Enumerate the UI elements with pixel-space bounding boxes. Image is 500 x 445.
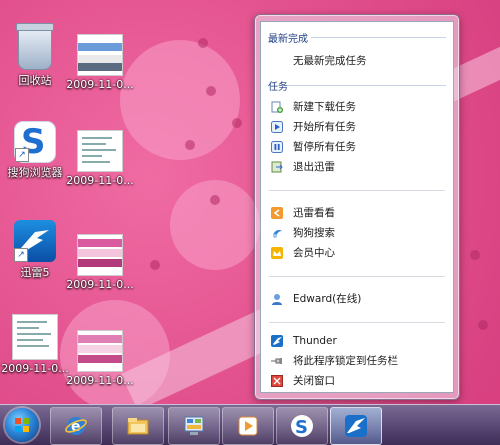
task-pause-all[interactable]: 暂停所有任务 [271,138,447,156]
taskbar-button-media-player[interactable] [222,407,274,445]
pin-icon [271,358,282,364]
play-icon [271,121,283,133]
pin-label: 将此程序锁定到任务栏 [293,355,398,367]
wallpaper-dot [470,250,480,260]
task-label: 退出迅雷 [293,161,335,173]
media-player-icon [238,416,258,436]
task-label: 开始所有任务 [293,121,356,133]
desktop-icon-label: 搜狗浏览器 [7,166,63,179]
desktop-icon-file[interactable]: 2009-11-0... [65,330,135,387]
jump-list-panel: 最新完成 无最新完成任务 任务 新建下载任务 开始所有任务 暂停所有任务 退出迅… [260,21,454,393]
link-label: 会员中心 [293,247,335,259]
jump-list: 最新完成 无最新完成任务 任务 新建下载任务 开始所有任务 暂停所有任务 退出迅… [254,14,460,400]
task-exit-xunlei[interactable]: 退出迅雷 [271,158,447,176]
user-status[interactable]: Edward(在线) [271,290,447,308]
kankan-icon [271,207,283,219]
exit-icon [271,161,283,173]
start-button[interactable] [5,408,39,442]
user-icon [272,294,282,305]
desktop-icon-label: 2009-11-0... [66,278,134,291]
close-window[interactable]: 关闭窗口 [271,372,447,390]
vip-icon [271,247,283,259]
desktop-icon-sogou-browser[interactable]: S ↗ 搜狗浏览器 [0,122,70,180]
recycle-bin-icon [16,23,54,70]
desktop-icon-label: 回收站 [18,74,52,87]
category-header-recent: 最新完成 [268,34,308,45]
thunder-icon [271,335,283,347]
pin-to-taskbar[interactable]: 将此程序锁定到任务栏 [271,352,447,370]
desktop-icon-label: 2009-11-0... [66,78,134,91]
wallpaper-circle [120,40,240,160]
sogou-icon: S [291,415,313,438]
taskbar-button-sogou[interactable]: S [276,407,328,445]
windows-logo-icon [15,418,29,432]
separator [269,276,445,277]
ie-icon: e [65,417,87,435]
separator [269,190,445,191]
desktop-icon-file[interactable]: 2009-11-0... [65,234,135,291]
link-gougou-search[interactable]: 狗狗搜索 [271,224,447,242]
link-label: 迅雷看看 [293,207,335,219]
pause-icon [271,141,283,153]
desktop-icon-label: 2009-11-0... [66,374,134,387]
desktop-icon-file[interactable]: 2009-11-0... [65,34,135,91]
document-thumbnail-icon [77,130,123,172]
svg-text:S: S [295,417,308,438]
control-panel-icon [184,416,204,435]
wallpaper-dot [198,38,208,48]
gougou-icon [273,230,282,238]
desktop-icon-file[interactable]: 2009-11-0... [65,130,135,187]
wallpaper-dot [150,260,160,270]
image-thumbnail-icon [77,330,123,372]
taskbar: e S [0,404,500,445]
desktop-icon-label: 2009-11-0... [66,174,134,187]
thunder-icon [345,415,367,437]
desktop-icon-xunlei[interactable]: ↗ 迅雷5 [0,220,70,280]
desktop-icon-label: 迅雷5 [20,266,50,279]
link-vip-center[interactable]: 会员中心 [271,244,447,262]
recent-empty-label: 无最新完成任务 [293,55,367,67]
explorer-icon [127,418,149,435]
user-label: Edward(在线) [293,293,362,305]
link-label: 狗狗搜索 [293,227,335,239]
wallpaper-dot [206,86,216,96]
document-thumbnail-icon [12,314,58,360]
wallpaper-dot [232,118,242,128]
task-new-download[interactable]: 新建下载任务 [271,98,447,116]
image-thumbnail-icon [77,234,123,276]
recent-empty-text: 无最新完成任务 [271,52,447,70]
wallpaper-circle [170,180,260,270]
taskbar-button-explorer[interactable] [112,407,164,445]
taskbar-button-thunder[interactable] [330,407,382,445]
xunlei-icon: ↗ [14,220,56,262]
app-thunder[interactable]: Thunder [271,332,447,350]
wallpaper-dot [210,195,220,205]
new-download-icon [271,101,283,113]
taskbar-button-ie[interactable]: e [50,407,102,445]
category-rule [287,85,446,86]
close-label: 关闭窗口 [293,375,335,387]
category-header-tasks: 任务 [268,82,288,93]
task-label: 新建下载任务 [293,101,356,113]
taskbar-button-control-panel[interactable] [168,407,220,445]
close-icon [271,375,283,387]
image-thumbnail-icon [77,34,123,76]
desktop-icon-file[interactable]: 2009-11-0... [0,314,70,375]
wallpaper-dot [478,320,488,330]
category-rule [311,37,446,38]
link-kankan[interactable]: 迅雷看看 [271,204,447,222]
app-label: Thunder [293,335,337,347]
desktop-icon-recycle-bin[interactable]: 回收站 [0,23,70,88]
wallpaper-dot [185,140,195,150]
separator [269,322,445,323]
sogou-browser-icon: S ↗ [15,122,55,162]
task-start-all[interactable]: 开始所有任务 [271,118,447,136]
desktop-icon-label: 2009-11-0... [1,362,69,375]
task-label: 暂停所有任务 [293,141,356,153]
